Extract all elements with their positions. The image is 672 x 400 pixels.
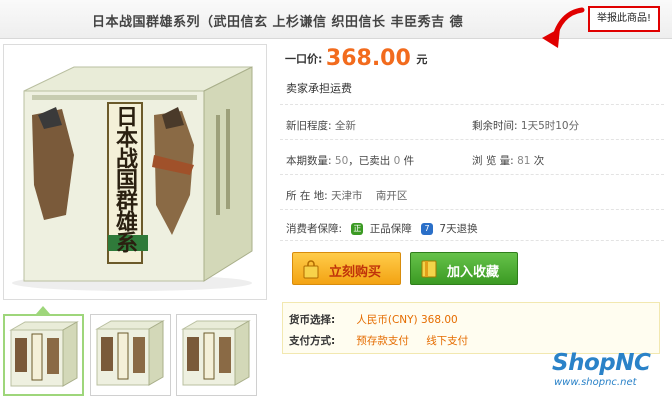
sold-value: 0 [393,155,401,167]
report-item-button[interactable]: 举报此商品! [588,6,660,32]
currency-value[interactable]: 人民币(CNY) 368.00 [356,314,457,326]
add-favorite-label: 加入收藏 [447,265,500,280]
buy-now-label: 立刻购买 [329,265,382,280]
brand-name: ShopNC [552,350,651,376]
box-title-vertical: 日本战国群雄系列 [108,105,142,261]
quantity-info: 本期数量: 50，已卖出 0 件 [286,153,414,168]
price-value: 368.00 [325,46,411,71]
payment-box: 货币选择: 人民币(CNY) 368.00 支付方式: 预存款支付 线下支付 [282,302,660,354]
divider [280,174,664,175]
views-label: 浏 览 量: [472,155,514,167]
views-unit: 次 [533,155,545,167]
condition-value: 全新 [334,120,356,132]
quantity-value: 50 [334,155,349,167]
location-district: 南开区 [375,190,408,202]
payment-method-label: 支付方式: [289,335,336,347]
product-title: 日本战国群雄系列（武田信玄 上杉谦信 织田信长 丰臣秀吉 德 [92,15,464,30]
payment-method-offline[interactable]: 线下支付 [426,335,468,347]
add-favorite-button[interactable]: 加入收藏 [410,252,518,285]
views-value: 81 [517,155,531,167]
price-unit: 元 [416,52,428,66]
title-bar: 日本战国群雄系列（武田信玄 上杉谦信 织田信长 丰臣秀吉 德 举报此商品! [0,0,672,48]
guarantee-label: 消费者保障: [286,223,343,235]
location-city: 天津市 [331,190,363,202]
consumer-guarantee: 消费者保障: 正 正品保障 7 7天退换 [286,221,478,236]
quantity-label: 本期数量: [286,155,332,167]
views-info: 浏 览 量: 81 次 [472,153,544,168]
price-label: 一口价: [285,52,323,66]
thumbnail-3[interactable] [176,314,257,396]
shipping-info: 卖家承担运费 [286,82,352,95]
currency-row: 货币选择: 人民币(CNY) 368.00 [289,312,472,327]
box-title-text: 日本战国群雄系列 [112,105,138,252]
thumb-pointer-icon [36,306,50,314]
shopping-bag-icon [303,260,319,279]
thumbnail-2[interactable] [90,314,171,396]
divider [280,209,664,210]
location-info: 所 在 地: 天津市 南开区 [286,188,407,203]
thumbnail-1[interactable] [3,314,84,396]
time-left-info: 剩余时间: 1天5时10分 [472,118,579,133]
condition-label: 新旧程度: [286,120,332,132]
divider [280,139,664,140]
time-left-label: 剩余时间: [472,120,518,132]
payment-method-prepaid[interactable]: 预存款支付 [356,335,409,347]
location-label: 所 在 地: [286,190,328,202]
red-arrow-icon [542,7,585,48]
shopnc-logo: ShopNC www.shopnc.net [552,350,662,394]
buy-now-button[interactable]: 立刻购买 [292,252,401,285]
currency-label: 货币选择: [289,314,336,326]
seven-day-return-icon: 7 [421,223,434,235]
time-left-value: 1天5时10分 [520,120,580,132]
brand-url: www.shopnc.net [554,377,637,388]
divider [280,240,664,241]
price-row: 一口价: 368.00 元 [285,46,427,71]
payment-method-row: 支付方式: 预存款支付 线下支付 [289,333,482,348]
condition-info: 新旧程度: 全新 [286,118,356,133]
sold-unit: 件 [403,155,415,167]
sold-label: ，已卖出 [348,155,391,167]
guarantee-item-return[interactable]: 7天退换 [439,223,477,235]
divider [280,104,664,105]
favorite-book-icon [421,260,437,278]
guarantee-item-authentic[interactable]: 正品保障 [370,223,412,235]
authentic-shield-icon: 正 [351,223,364,235]
main-product-image[interactable]: 日本战国群雄系列 [3,44,267,300]
